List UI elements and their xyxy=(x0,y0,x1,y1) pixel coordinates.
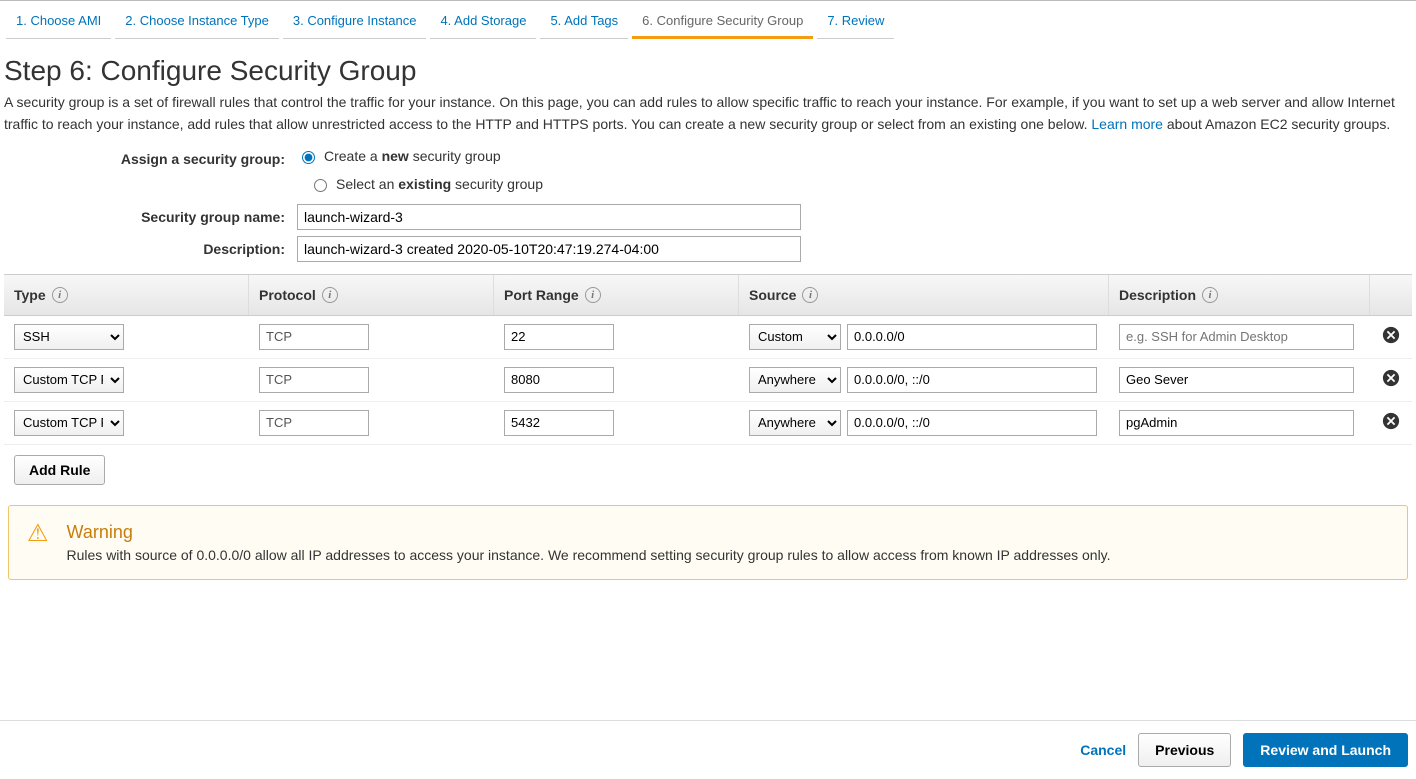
radio-select-existing[interactable] xyxy=(314,179,327,192)
rule-description-input[interactable] xyxy=(1119,410,1354,436)
rule-port-input[interactable] xyxy=(504,410,614,436)
info-icon[interactable]: i xyxy=(322,287,338,303)
table-row: Custom TCP Rule Anywhere xyxy=(4,402,1412,445)
radio-create-new[interactable] xyxy=(302,151,315,164)
nav-step-4[interactable]: 4. Add Storage xyxy=(430,7,536,39)
previous-button[interactable]: Previous xyxy=(1138,733,1231,767)
nav-step-5[interactable]: 5. Add Tags xyxy=(540,7,628,39)
th-source: Source xyxy=(749,287,796,303)
warning-title: Warning xyxy=(67,522,1111,543)
table-row: Custom TCP Rule Anywhere xyxy=(4,359,1412,402)
rule-protocol xyxy=(259,410,369,436)
radio-select-label: Select an existing security group xyxy=(336,176,543,192)
close-icon[interactable] xyxy=(1382,412,1400,430)
radio-create-label: Create a new security group xyxy=(324,148,501,164)
nav-step-6[interactable]: 6. Configure Security Group xyxy=(632,7,813,39)
rule-source-ip-input[interactable] xyxy=(847,324,1097,350)
info-icon[interactable]: i xyxy=(52,287,68,303)
nav-step-7[interactable]: 7. Review xyxy=(817,7,894,39)
sg-name-label: Security group name: xyxy=(4,209,297,225)
rule-type-select[interactable]: Custom TCP Rule xyxy=(14,367,124,393)
assign-label: Assign a security group: xyxy=(4,151,297,167)
rule-protocol xyxy=(259,324,369,350)
rule-port-input[interactable] xyxy=(504,324,614,350)
warning-icon: ⚠ xyxy=(27,522,49,563)
info-icon[interactable]: i xyxy=(802,287,818,303)
intro-text: A security group is a set of firewall ru… xyxy=(4,91,1412,136)
rule-description-input[interactable] xyxy=(1119,367,1354,393)
sg-desc-label: Description: xyxy=(4,241,297,257)
close-icon[interactable] xyxy=(1382,369,1400,387)
footer-actions: Cancel Previous Review and Launch xyxy=(0,720,1416,779)
review-and-launch-button[interactable]: Review and Launch xyxy=(1243,733,1408,767)
add-rule-button[interactable]: Add Rule xyxy=(14,455,105,485)
rule-protocol xyxy=(259,367,369,393)
rule-source-mode-select[interactable]: Anywhere xyxy=(749,367,841,393)
warning-text: Rules with source of 0.0.0.0/0 allow all… xyxy=(67,547,1111,563)
th-description: Description xyxy=(1119,287,1196,303)
rule-source-mode-select[interactable]: Anywhere xyxy=(749,410,841,436)
info-icon[interactable]: i xyxy=(1202,287,1218,303)
rules-table: Typei Protocoli Port Rangei Sourcei Desc… xyxy=(4,274,1412,445)
cancel-button[interactable]: Cancel xyxy=(1080,742,1126,758)
sg-desc-input[interactable] xyxy=(297,236,801,262)
th-type: Type xyxy=(14,287,46,303)
close-icon[interactable] xyxy=(1382,326,1400,344)
wizard-nav: 1. Choose AMI 2. Choose Instance Type 3.… xyxy=(0,0,1416,39)
rule-port-input[interactable] xyxy=(504,367,614,393)
nav-step-2[interactable]: 2. Choose Instance Type xyxy=(115,7,279,39)
nav-step-1[interactable]: 1. Choose AMI xyxy=(6,7,111,39)
rule-source-ip-input[interactable] xyxy=(847,367,1097,393)
rule-description-input[interactable] xyxy=(1119,324,1354,350)
th-protocol: Protocol xyxy=(259,287,316,303)
th-port: Port Range xyxy=(504,287,579,303)
info-icon[interactable]: i xyxy=(585,287,601,303)
rule-source-mode-select[interactable]: Custom xyxy=(749,324,841,350)
sg-name-input[interactable] xyxy=(297,204,801,230)
page-title: Step 6: Configure Security Group xyxy=(4,55,1412,87)
warning-box: ⚠ Warning Rules with source of 0.0.0.0/0… xyxy=(8,505,1408,580)
learn-more-link[interactable]: Learn more xyxy=(1091,116,1163,132)
nav-step-3[interactable]: 3. Configure Instance xyxy=(283,7,427,39)
rule-source-ip-input[interactable] xyxy=(847,410,1097,436)
rule-type-select[interactable]: SSH xyxy=(14,324,124,350)
table-header: Typei Protocoli Port Rangei Sourcei Desc… xyxy=(4,274,1412,316)
table-row: SSH Custom xyxy=(4,316,1412,359)
rule-type-select[interactable]: Custom TCP Rule xyxy=(14,410,124,436)
